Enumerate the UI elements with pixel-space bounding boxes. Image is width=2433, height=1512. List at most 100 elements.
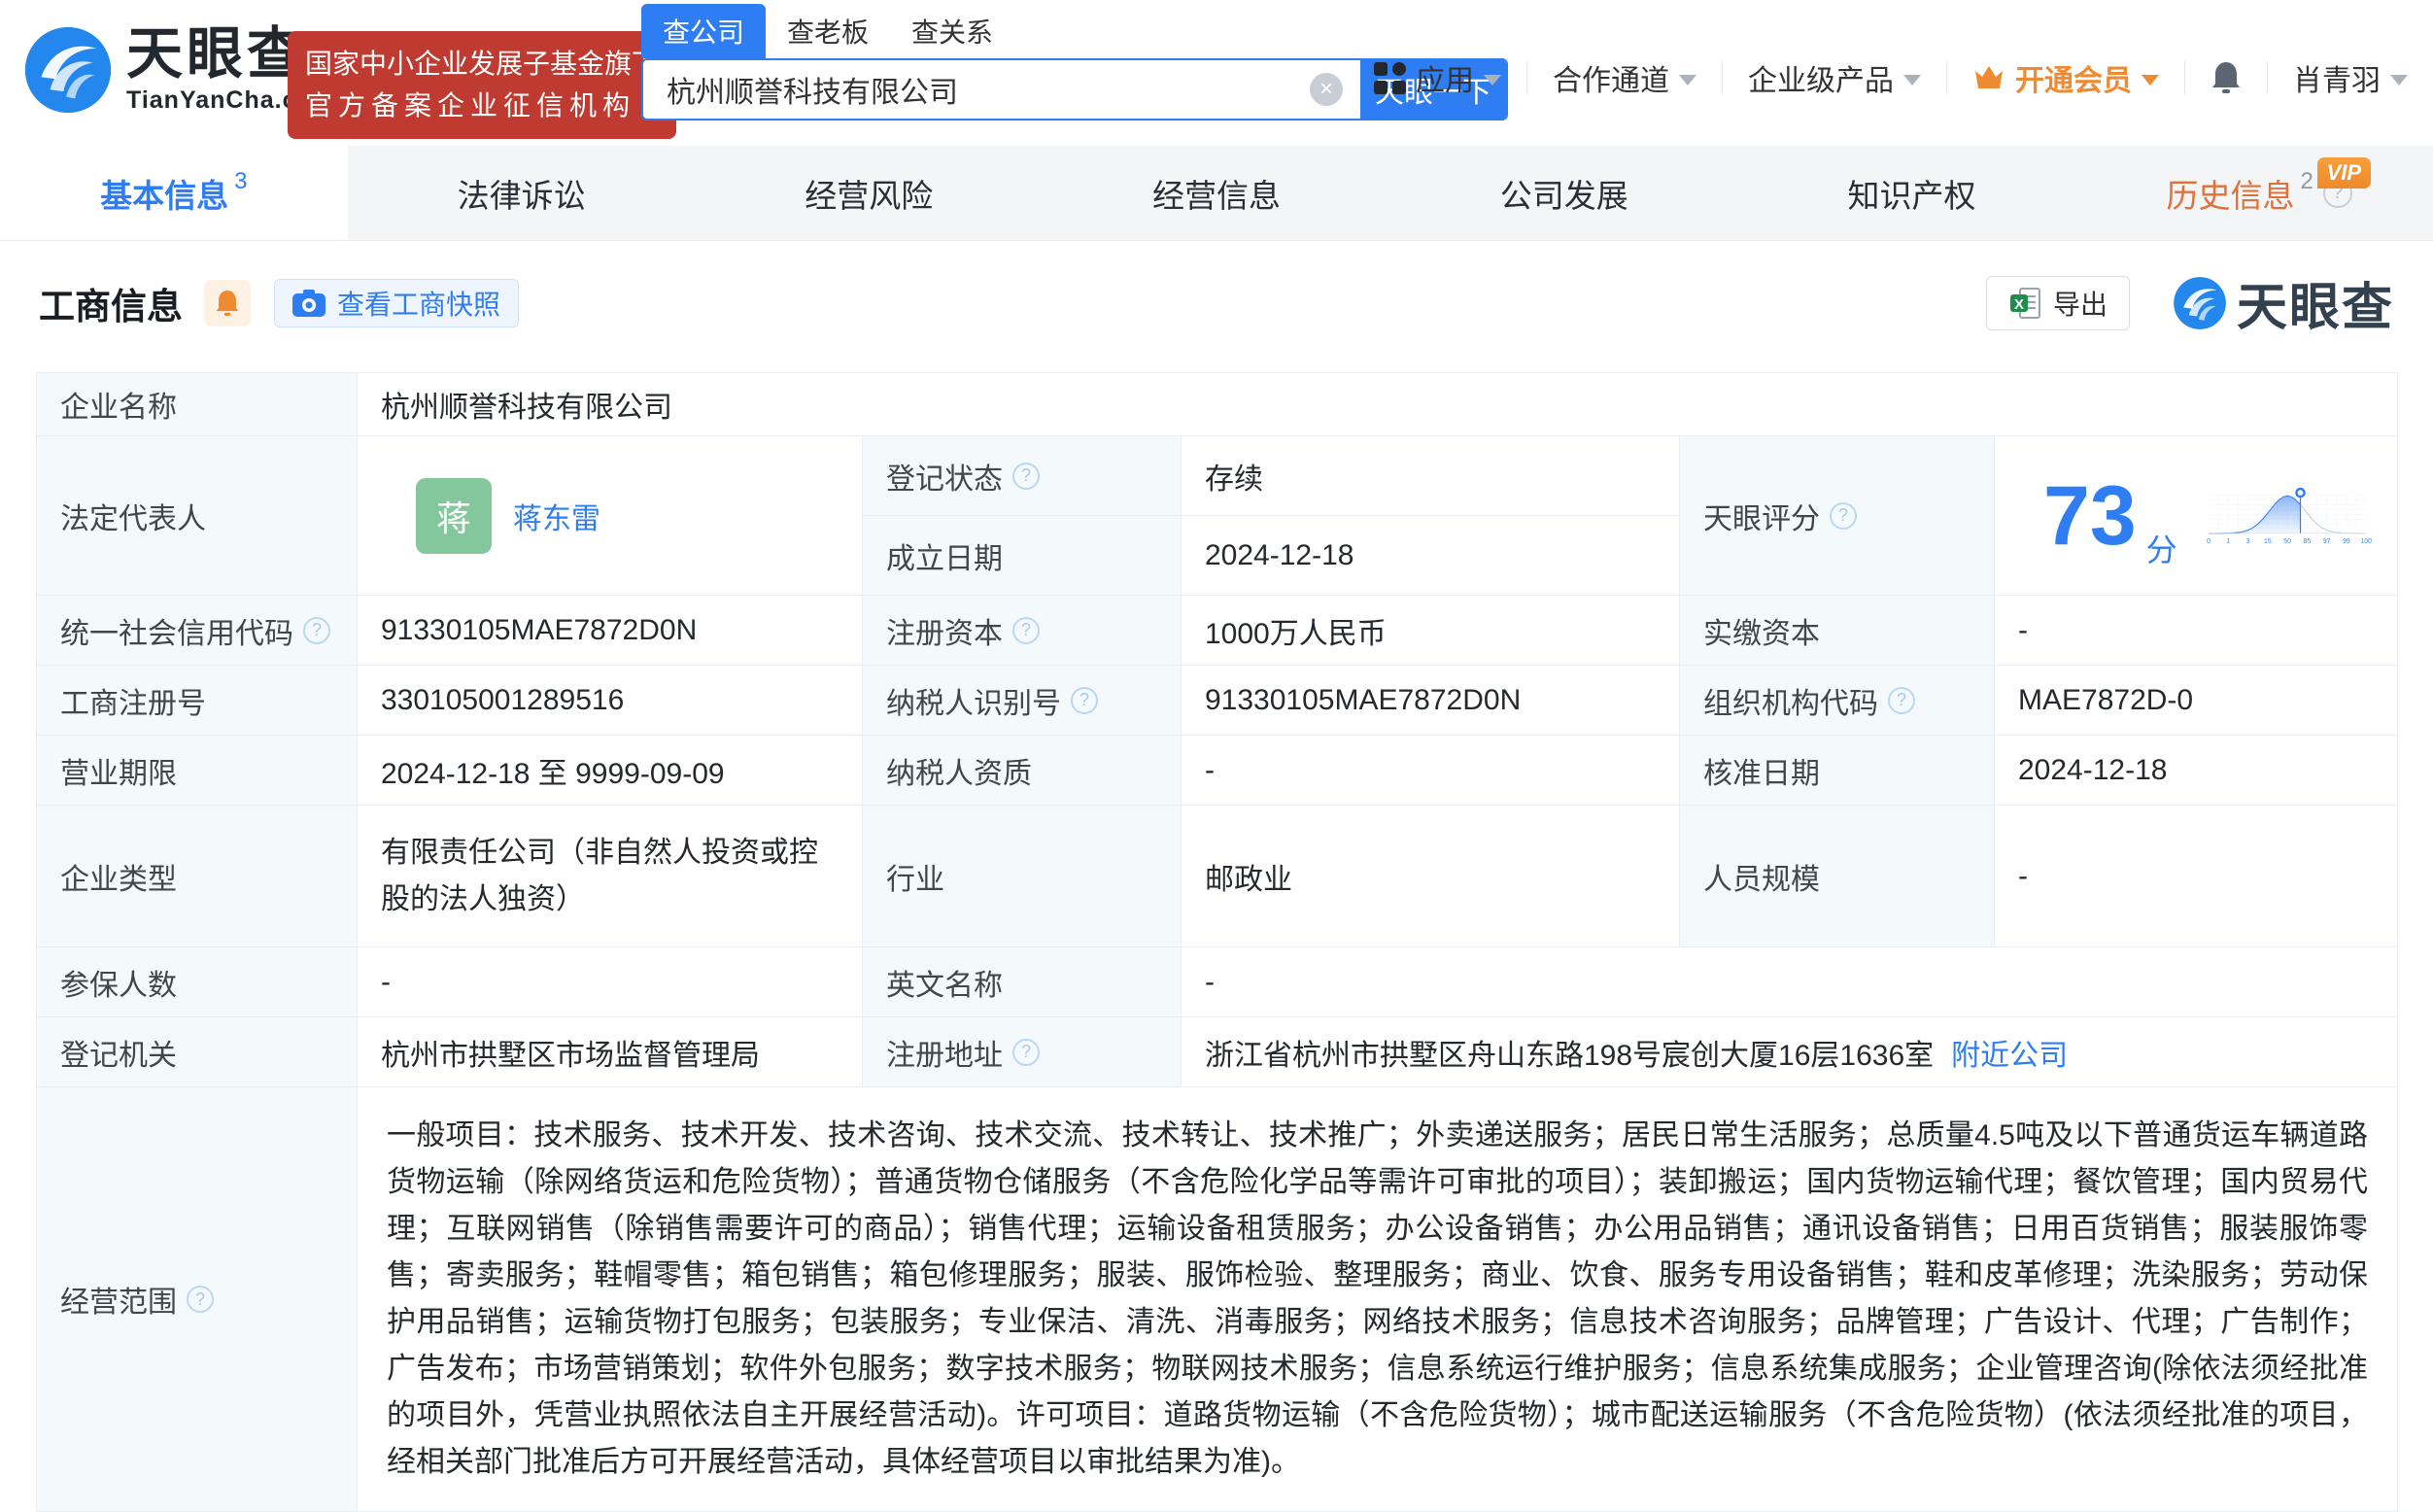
industry-label: 行业 [862, 805, 1182, 947]
chevron-down-icon [1679, 74, 1696, 86]
divider [1946, 61, 1947, 94]
business-info-table: 企业名称 杭州顺誉科技有限公司 法定代表人 蒋 蒋东雷 登记状态 ? 存续 天眼… [36, 372, 2399, 1512]
help-icon[interactable]: ? [1888, 686, 1915, 714]
menu-vip[interactable]: 开通会员 [1972, 56, 2159, 99]
tab-legal-label: 法律诉讼 [457, 177, 586, 214]
menu-partner-label: 合作通道 [1553, 65, 1669, 97]
business-scope-label: 经营范围 [60, 1287, 177, 1319]
table-row: 工商注册号 330105001289516 纳税人识别号 ? 91330105M… [36, 665, 2399, 736]
reg-status-value: 存续 [1181, 435, 1680, 516]
help-icon[interactable]: ? [1071, 686, 1098, 714]
score-value: 73 [2043, 468, 2137, 563]
tab-company-development-label: 公司发展 [1499, 177, 1628, 214]
bell-icon [2212, 62, 2240, 93]
monitor-bell-button[interactable] [204, 279, 251, 326]
legal-rep-link[interactable]: 蒋东雷 [513, 495, 600, 537]
apps-grid-icon [1374, 61, 1406, 94]
user-account[interactable]: 肖青羽 [2293, 56, 2408, 99]
reg-address-label: 注册地址 [886, 1039, 1003, 1072]
score-marker-pin [2294, 487, 2306, 498]
watermark-logo: 天眼查 [2173, 266, 2394, 339]
tab-operating-info-label: 经营信息 [1152, 177, 1282, 214]
staff-size-label: 人员规模 [1679, 805, 1995, 947]
nearby-companies-link[interactable]: 附近公司 [1951, 1031, 2068, 1074]
reg-capital-value: 1000万人民币 [1181, 595, 1680, 666]
help-icon[interactable]: ? [187, 1286, 214, 1313]
tab-intellectual-property[interactable]: 知识产权 [1738, 146, 2086, 240]
established-label: 成立日期 [862, 515, 1182, 596]
company-type-value: 有限责任公司（非自然人投资或控股的法人独资） [357, 805, 863, 947]
notifications-bell[interactable] [2210, 60, 2242, 95]
reg-authority-label: 登记机关 [36, 1016, 358, 1087]
tick-label: 100 [2360, 537, 2372, 544]
credit-code-label: 统一社会信用代码 [60, 617, 293, 650]
established-value: 2024-12-18 [1181, 515, 1680, 596]
legal-rep-label: 法定代表人 [36, 435, 358, 596]
approval-date-label: 核准日期 [1679, 735, 1995, 806]
company-type-label: 企业类型 [36, 805, 358, 947]
menu-apps[interactable]: 应用 [1374, 56, 1501, 99]
tianyancha-logo-icon [24, 26, 112, 114]
excel-icon: X [2009, 287, 2040, 319]
help-icon[interactable]: ? [1012, 616, 1040, 644]
business-snapshot-label: 查看工商快照 [337, 289, 501, 320]
chevron-down-icon [2390, 74, 2408, 86]
gov-badge-line2: 官方备案企业征信机构 [305, 90, 636, 121]
staff-size-value: - [1993, 805, 2399, 947]
org-code-value: MAE7872D-0 [1993, 665, 2399, 736]
taxpayer-id-label: 纳税人识别号 [886, 687, 1061, 720]
divider [1526, 61, 1527, 94]
tab-basic-info[interactable]: 基本信息 3 [0, 146, 348, 240]
taxpayer-id-value: 91330105MAE7872D0N [1181, 665, 1680, 736]
top-header: 天眼查 TianYanCha.com 国家中小企业发展子基金旗下 官方备案企业征… [0, 0, 2433, 146]
paid-capital-label: 实缴资本 [1679, 595, 1995, 666]
score-label: 天眼评分 [1703, 502, 1820, 535]
camera-icon [292, 289, 326, 317]
table-row: 企业类型 有限责任公司（非自然人投资或控股的法人独资） 行业 邮政业 人员规模 … [36, 805, 2399, 947]
search-tab-relation[interactable]: 查关系 [890, 4, 1014, 58]
business-term-value: 2024-12-18 至 9999-09-09 [357, 735, 863, 806]
menu-partner[interactable]: 合作通道 [1553, 56, 1696, 99]
clear-search-icon[interactable]: × [1310, 73, 1343, 106]
tick-label: 15 [2264, 537, 2272, 544]
reg-number-value: 330105001289516 [357, 665, 863, 736]
table-row: 企业名称 杭州顺誉科技有限公司 [36, 372, 2399, 436]
gov-badge-line1: 国家中小企业发展子基金旗下 [305, 49, 660, 79]
chevron-down-icon [2142, 74, 2159, 86]
taxpayer-quality-value: - [1181, 735, 1680, 806]
score-unit: 分 [2145, 532, 2177, 567]
menu-enterprise[interactable]: 企业级产品 [1748, 56, 1921, 99]
insured-count-label: 参保人数 [36, 946, 358, 1017]
table-row: 统一社会信用代码 ? 91330105MAE7872D0N 注册资本 ? 100… [36, 595, 2399, 666]
tab-legal[interactable]: 法律诉讼 [348, 146, 696, 240]
tab-company-development[interactable]: 公司发展 [1390, 146, 1738, 240]
approval-date-value: 2024-12-18 [1993, 735, 2399, 806]
legal-rep-avatar[interactable]: 蒋 [416, 477, 492, 554]
english-name-label: 英文名称 [862, 946, 1182, 1017]
search-tab-boss[interactable]: 查老板 [766, 4, 890, 58]
tab-history-info-count: 2 [2300, 167, 2313, 194]
business-snapshot-button[interactable]: 查看工商快照 [274, 278, 520, 327]
taxpayer-quality-label: 纳税人资质 [862, 735, 1182, 806]
tab-history-info[interactable]: VIP 历史信息 2 ? [2085, 146, 2433, 240]
english-name-value: - [1180, 946, 2399, 1017]
help-icon[interactable]: ? [303, 616, 330, 644]
help-icon[interactable]: ? [1830, 501, 1857, 530]
tick-label: 3 [2245, 537, 2249, 544]
divider [2184, 61, 2185, 94]
tick-label: 97 [2323, 537, 2331, 544]
help-icon[interactable]: ? [1012, 1038, 1040, 1066]
search-input[interactable] [643, 60, 1310, 119]
user-name: 肖青羽 [2293, 65, 2381, 97]
company-name-value: 杭州顺誉科技有限公司 [356, 372, 2399, 436]
tab-operating-risk[interactable]: 经营风险 [695, 146, 1043, 240]
menu-vip-label: 开通会员 [2015, 65, 2132, 97]
search-tab-company[interactable]: 查公司 [641, 4, 767, 58]
help-icon[interactable]: ? [1012, 462, 1040, 490]
tab-operating-info[interactable]: 经营信息 [1043, 146, 1390, 240]
table-row: 营业期限 2024-12-18 至 9999-09-09 纳税人资质 - 核准日… [36, 735, 2399, 806]
export-button[interactable]: X 导出 [1985, 275, 2130, 330]
tick-label: 0 [2207, 537, 2210, 544]
table-row: 登记机关 杭州市拱墅区市场监督管理局 注册地址 ? 浙江省杭州市拱墅区舟山东路1… [36, 1016, 2399, 1087]
chevron-down-icon [1903, 74, 1921, 86]
